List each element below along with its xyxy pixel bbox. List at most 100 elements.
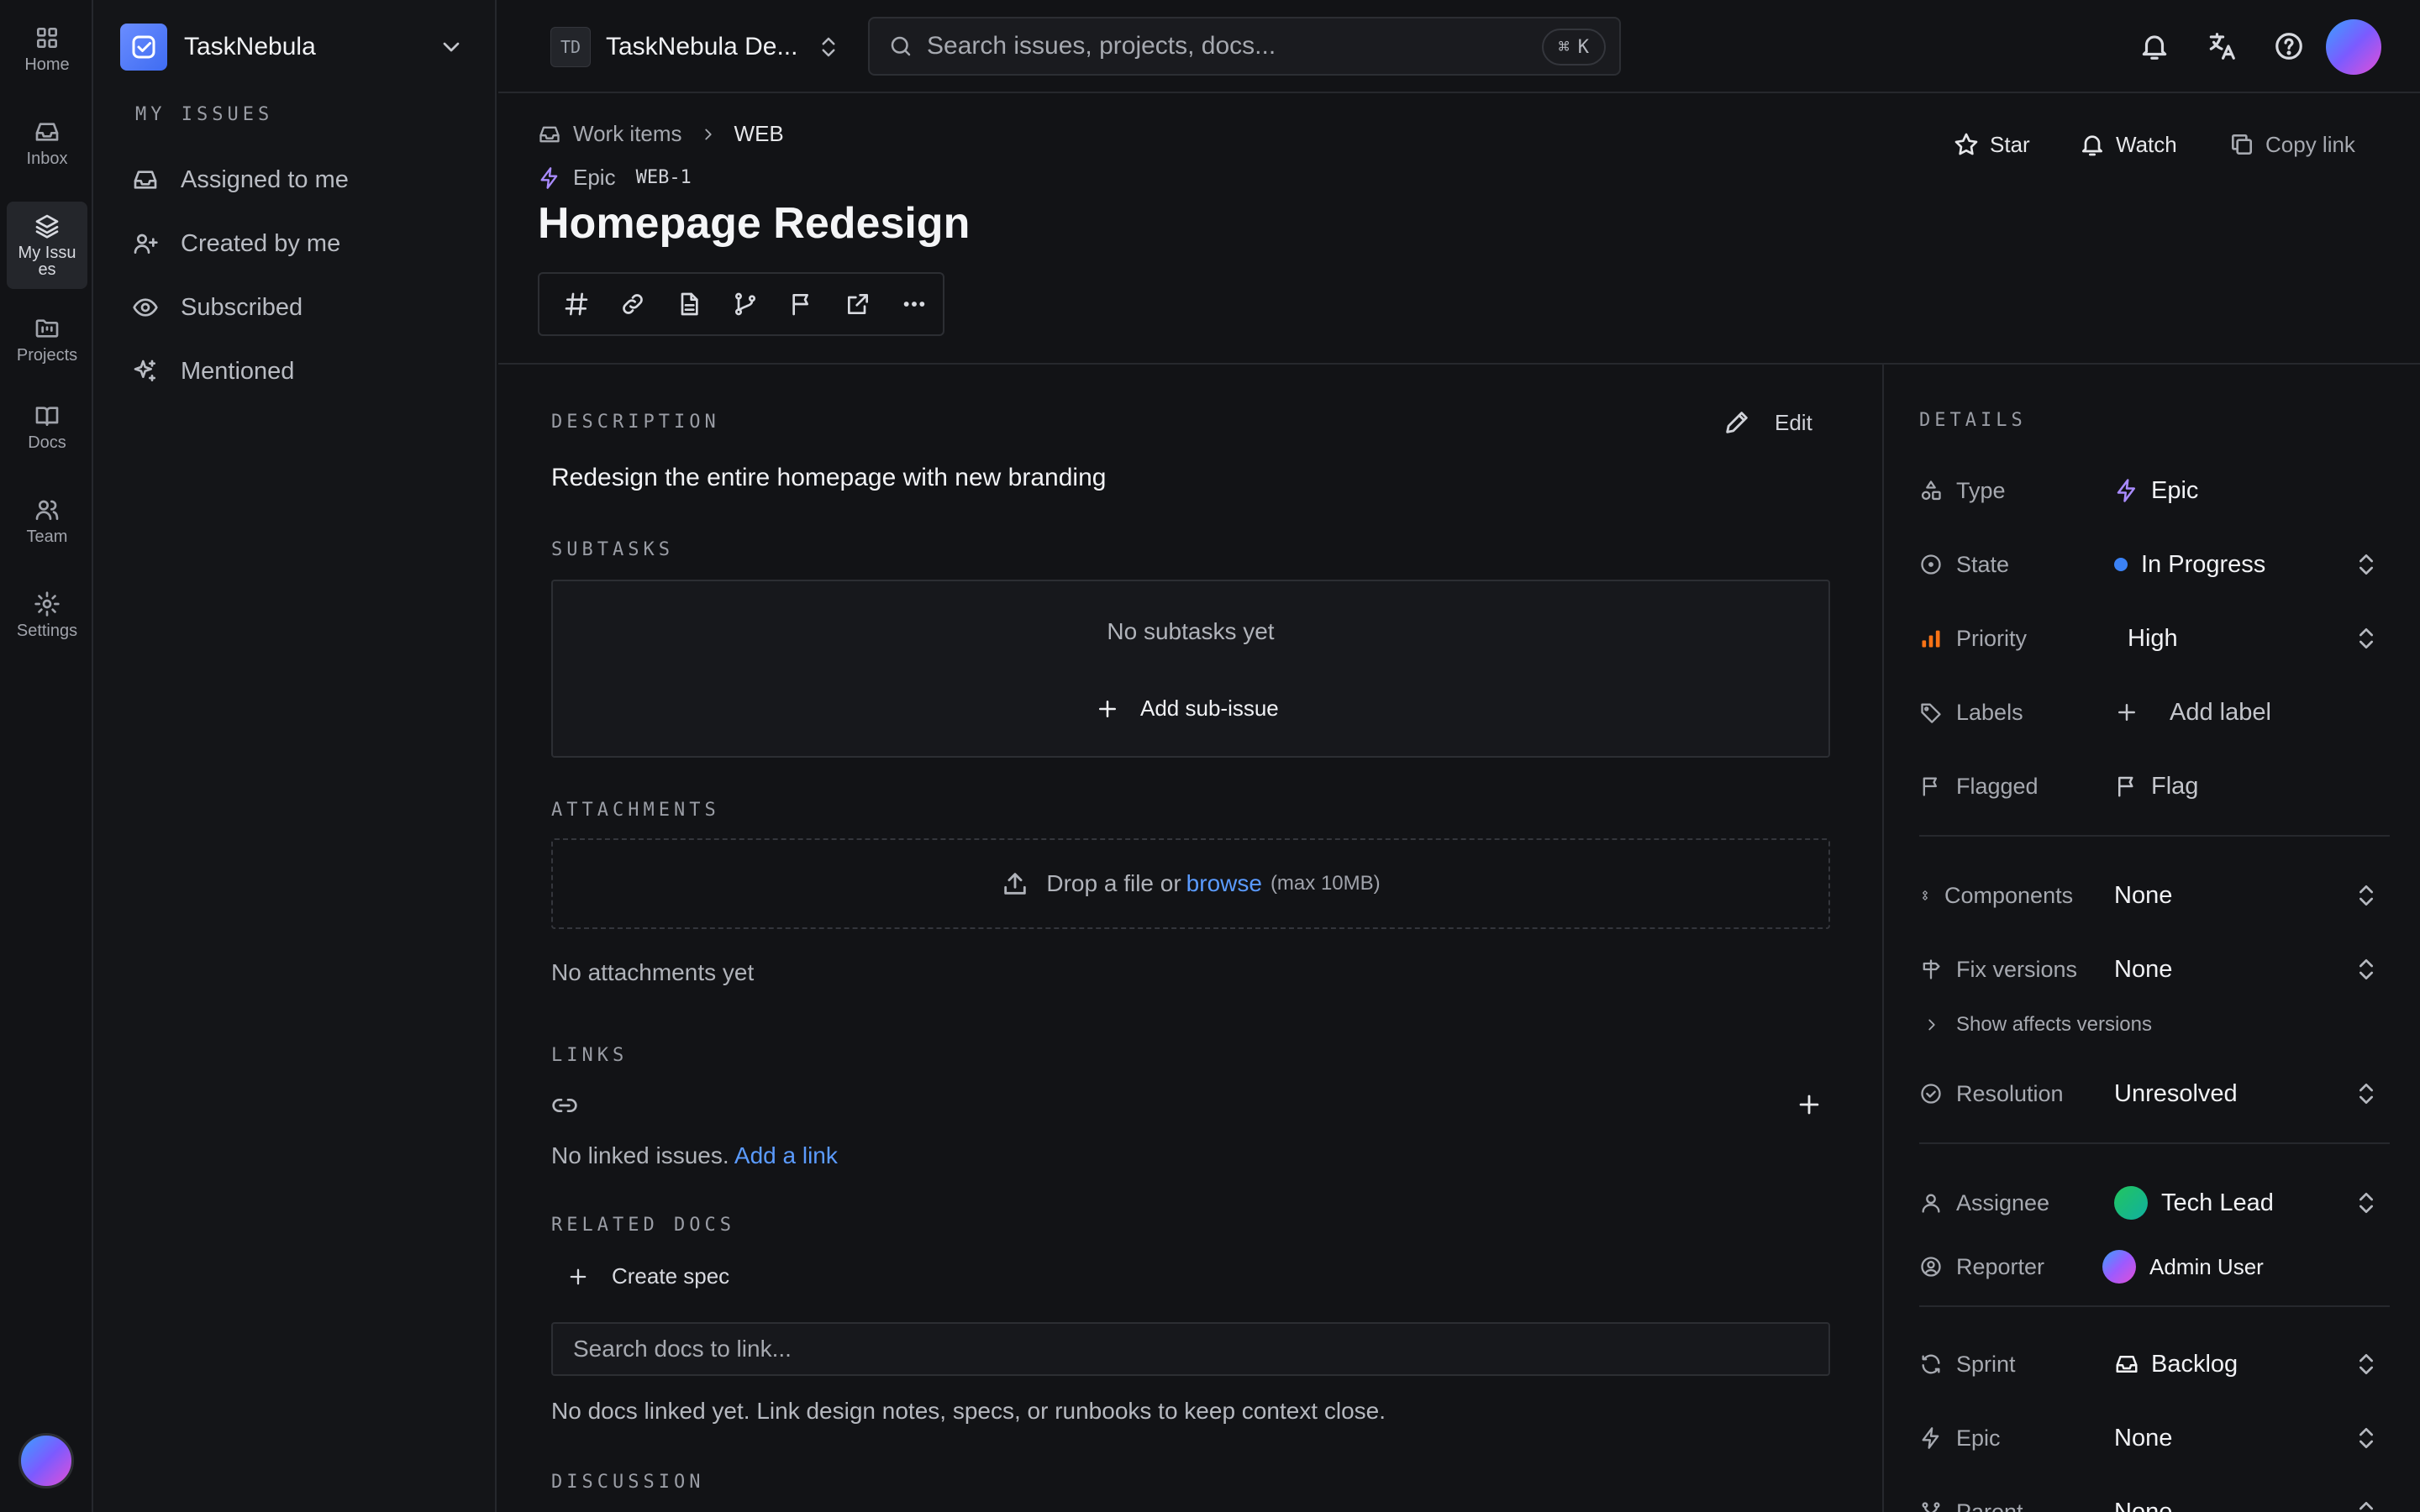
components-select[interactable]: None	[2114, 882, 2390, 910]
detail-parent: Parent None	[1919, 1488, 2390, 1512]
global-search[interactable]: ⌘ K	[868, 17, 1621, 76]
breadcrumb-project[interactable]: WEB	[734, 121, 784, 147]
browse-link[interactable]: browse	[1186, 870, 1262, 897]
state-label: State	[1956, 551, 2010, 577]
fix-versions-select[interactable]: None	[2114, 956, 2390, 984]
user-icon	[1922, 1194, 1940, 1213]
add-link-plus-icon[interactable]	[1795, 1090, 1823, 1119]
sidebar-item-assigned[interactable]: Assigned to me	[132, 156, 349, 203]
epic-label: Epic	[1956, 1425, 2001, 1451]
sidebar-item-subscribed[interactable]: Subscribed	[132, 284, 302, 331]
help-circle-icon[interactable]	[2273, 30, 2305, 62]
show-affects-label: Show affects versions	[1956, 1013, 2153, 1036]
flag-icon	[1923, 777, 1937, 796]
reporter-value: Admin User	[2149, 1253, 2264, 1279]
chevron-right-icon	[1928, 1019, 1935, 1031]
attachments-heading: ATTACHMENTS	[551, 800, 720, 821]
add-link-link[interactable]: Add a link	[734, 1142, 838, 1168]
resolution-select[interactable]: Unresolved	[2114, 1080, 2390, 1108]
layers-icon	[35, 214, 59, 239]
watch-button[interactable]: Watch	[2079, 131, 2177, 158]
branch-button[interactable]	[717, 279, 773, 329]
chevrons-up-down-icon	[2360, 628, 2373, 648]
sparkles-icon	[134, 360, 155, 381]
sprint-select[interactable]: Backlog	[2114, 1351, 2390, 1378]
document-button[interactable]	[660, 279, 717, 329]
create-spec-button[interactable]: Create spec	[566, 1263, 729, 1289]
links-heading: LINKS	[551, 1045, 629, 1066]
users-icon	[35, 500, 59, 520]
rail-label: Team	[26, 528, 68, 546]
more-button[interactable]	[886, 279, 943, 329]
sidebar-item-mentioned[interactable]: Mentioned	[132, 348, 294, 395]
hash-icon	[565, 292, 587, 316]
type-value[interactable]: Epic	[2114, 477, 2390, 505]
gear-icon	[34, 591, 60, 617]
flag-button[interactable]	[774, 279, 830, 329]
lightning-icon	[540, 166, 558, 189]
sidebar-item-created[interactable]: Created by me	[132, 220, 340, 267]
show-affects-versions-toggle[interactable]: Show affects versions	[1923, 1013, 2152, 1037]
labels-label: Labels	[1956, 699, 2023, 725]
upload-icon	[1004, 873, 1027, 895]
translate-icon[interactable]	[2206, 30, 2238, 62]
priority-label: Priority	[1956, 625, 2028, 651]
issue-title[interactable]: Homepage Redesign	[538, 198, 970, 249]
rail-item-settings[interactable]: Settings	[7, 571, 87, 659]
rail-item-home[interactable]: Home	[7, 5, 87, 92]
copy-link-button[interactable]: Copy link	[2228, 131, 2355, 158]
rail-item-docs[interactable]: Docs	[7, 383, 87, 470]
issue-description[interactable]: Redesign the entire homepage with new br…	[551, 464, 1106, 492]
doc-search-input[interactable]	[551, 1322, 1830, 1376]
user-avatar[interactable]	[18, 1433, 74, 1488]
rail-item-projects[interactable]: Projects	[7, 296, 87, 383]
chevron-right-icon	[704, 129, 712, 139]
detail-flagged: Flagged Flag	[1919, 763, 2390, 810]
add-sub-issue-button[interactable]: Add sub-issue	[1095, 696, 1279, 722]
user-plus-icon	[134, 234, 158, 254]
subtasks-heading: SUBTASKS	[551, 539, 674, 560]
hash-button[interactable]	[548, 279, 604, 329]
edit-description-button[interactable]: Edit	[1723, 408, 1812, 437]
parent-label: Parent	[1956, 1499, 2023, 1512]
chevrons-up-down-icon	[822, 37, 835, 57]
search-input[interactable]	[927, 32, 1515, 60]
issue-key: WEB-1	[635, 167, 692, 188]
assignee-select[interactable]: Tech Lead	[2114, 1186, 2390, 1220]
open-external-button[interactable]	[830, 279, 886, 329]
flag-button[interactable]: Flag	[2114, 773, 2390, 801]
rail-item-my-issues[interactable]: My Issues	[7, 202, 87, 289]
parent-select[interactable]: None	[2114, 1499, 2390, 1512]
breadcrumb-work-items[interactable]: Work items	[573, 121, 682, 147]
chevrons-up-down-icon	[2360, 1193, 2373, 1213]
rail-item-team[interactable]: Team	[7, 477, 87, 564]
issue-type: Epic	[573, 165, 616, 190]
link-icon	[622, 294, 643, 314]
rail-item-inbox[interactable]: Inbox	[7, 99, 87, 186]
plus-icon	[570, 1268, 587, 1284]
grid-icon	[36, 27, 57, 48]
issue-toolbar	[538, 272, 944, 336]
add-label-button[interactable]: Add label	[2114, 699, 2390, 727]
star-button[interactable]: Star	[1953, 131, 2030, 158]
breadcrumb: Work items WEB	[538, 121, 784, 147]
shortcut-symbol: ⌘	[1558, 36, 1570, 58]
top-bar: TD TaskNebula De... ⌘ K	[498, 0, 2420, 93]
state-select[interactable]: In Progress	[2114, 551, 2390, 579]
priority-select[interactable]: High	[2114, 625, 2390, 653]
copy-link-label: Copy link	[2265, 131, 2355, 157]
resolution-value: Unresolved	[2114, 1079, 2238, 1107]
bell-icon[interactable]	[2139, 30, 2170, 62]
fix-versions-label: Fix versions	[1956, 956, 2078, 982]
epic-select[interactable]: None	[2114, 1425, 2390, 1452]
star-label: Star	[1990, 131, 2030, 157]
subtasks-panel: No subtasks yet Add sub-issue	[551, 580, 1830, 758]
profile-avatar[interactable]	[2326, 19, 2381, 75]
link-button[interactable]	[604, 279, 660, 329]
inbox-icon	[2116, 1356, 2138, 1373]
flagged-label: Flagged	[1956, 773, 2039, 799]
project-switcher[interactable]: TD TaskNebula De...	[550, 27, 841, 67]
plus-icon	[1099, 700, 1116, 717]
workspace-switcher[interactable]: TaskNebula	[120, 20, 473, 74]
file-drop-zone[interactable]: Drop a file or browse (max 10MB)	[551, 838, 1830, 929]
